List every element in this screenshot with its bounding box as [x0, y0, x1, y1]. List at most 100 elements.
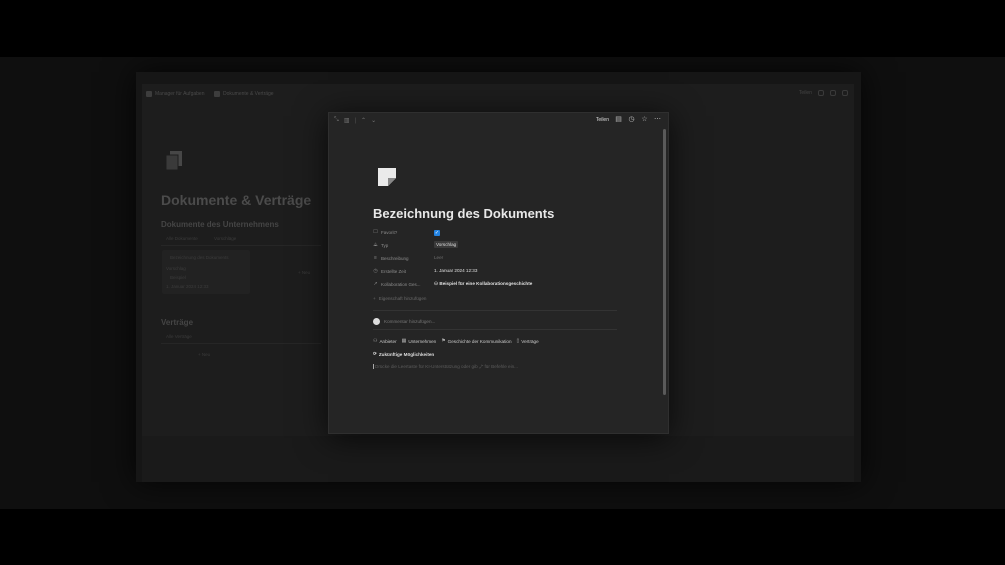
star-icon[interactable]: ☆: [641, 116, 648, 123]
text-lines-icon: ≡: [374, 255, 377, 261]
plus-icon: +: [373, 296, 376, 301]
app-footer: [142, 436, 854, 482]
chevron-down-icon[interactable]: ⌄: [371, 117, 376, 124]
arrow-up-right-icon: ↗: [373, 281, 378, 287]
building-icon: ▦: [401, 338, 407, 344]
collab-value[interactable]: ⚇ Beispiel für eine Kollaborationsgeschi…: [434, 281, 532, 287]
workspace-icon: [146, 91, 152, 97]
collab-label: Kollaboration Ges...: [381, 282, 421, 287]
type-value[interactable]: Vorschlag: [434, 241, 459, 248]
avatar: [373, 318, 380, 325]
link-anbieter[interactable]: ⚇ Anbieter: [373, 338, 397, 344]
modal-toolbar-right: Teilen ▤ ◷ ☆ ⋯: [596, 116, 661, 123]
chat-icon: ⚑: [441, 338, 446, 344]
future-label: Zukünftige Möglichkeiten: [378, 351, 435, 357]
letterbox-top: [0, 0, 1005, 57]
history-icon[interactable]: ◷: [628, 116, 635, 123]
link-label: Geschichte der Kommunikation: [447, 338, 512, 344]
documents-icon: [165, 151, 182, 171]
property-description: ≡ Beschreibung Leer: [373, 255, 613, 266]
description-label: Beschreibung: [381, 256, 409, 261]
breadcrumb-label-1: Manager für Aufgaben: [155, 91, 205, 97]
link-geschichte[interactable]: ⚑ Geschichte der Kommunikation: [441, 338, 511, 344]
favorite-label: Favorit?: [381, 230, 398, 235]
property-label: ◷ Erstellte Zeit: [373, 268, 407, 275]
property-favorite: ☐ Favorit? ✓: [373, 229, 613, 240]
refresh-icon: ⟳: [373, 351, 377, 356]
share-button[interactable]: Teilen: [799, 90, 812, 96]
letterbox-bottom: [0, 509, 1005, 565]
people-icon: ⚇: [373, 338, 378, 344]
page-icon: [214, 91, 220, 97]
page-title: Dokumente & Verträge: [161, 192, 312, 208]
type-label: Typ: [381, 243, 389, 248]
property-label: ⟁ Typ: [373, 242, 389, 249]
expand-icon[interactable]: ⤡: [334, 117, 339, 124]
link-unternehmen[interactable]: ▦ Unternehmen: [402, 338, 437, 344]
link-future[interactable]: ⟳ Zukünftige Möglichkeiten: [373, 351, 434, 357]
add-property-label: Eigenschaft hinzufügen: [378, 296, 427, 301]
comment-input[interactable]: Kommentar hinzufügen...: [373, 318, 435, 325]
property-label: ↗ Kollaboration Ges...: [373, 281, 421, 288]
document-icon: ▯: [516, 338, 520, 344]
top-right-actions: Teilen: [799, 90, 848, 96]
type-tag: Vorschlag: [434, 241, 459, 248]
description-value[interactable]: Leer: [434, 255, 443, 260]
page-peek-modal: ⤡ ▥ | ⌃ ⌄ Teilen ▤ ◷ ☆ ⋯ Bezeichnung des…: [328, 112, 669, 434]
separator: |: [354, 117, 357, 124]
add-property-button[interactable]: + Eigenschaft hinzufügen: [373, 296, 426, 301]
comment-placeholder: Kommentar hinzufügen...: [384, 319, 436, 324]
more-icon[interactable]: ⋯: [654, 116, 661, 123]
shapes-icon: ⟁: [373, 242, 378, 248]
created-value: 1. Januar 2024 12:33: [434, 268, 478, 273]
breadcrumb-item-1[interactable]: Manager für Aufgaben: [146, 91, 204, 97]
divider: [373, 329, 617, 330]
property-label: ≡ Beschreibung: [373, 255, 409, 262]
scrollbar[interactable]: [663, 129, 666, 395]
link-label: Unternehmen: [408, 338, 437, 344]
comment-icon[interactable]: ▤: [615, 116, 622, 123]
favorite-checkbox[interactable]: ✓: [434, 230, 440, 236]
breadcrumb-label-2: Dokumente & Verträge: [223, 91, 274, 97]
modal-share-button[interactable]: Teilen: [596, 117, 609, 123]
divider: [161, 245, 321, 246]
favorite-value[interactable]: ✓: [434, 229, 440, 236]
clock-icon: ◷: [373, 268, 378, 274]
comment-icon[interactable]: [818, 90, 824, 96]
section-heading-contracts: Verträge: [161, 318, 194, 327]
breadcrumb-item-2[interactable]: Dokumente & Verträge: [214, 91, 274, 97]
card-date: 1. Januar 2024 12:33: [166, 284, 209, 289]
chevron-up-icon[interactable]: ⌃: [361, 117, 366, 124]
link-label: Anbieter: [379, 338, 397, 344]
document-title[interactable]: Bezeichnung des Dokuments: [373, 206, 554, 221]
new-card-button[interactable]: + Neu: [298, 270, 310, 275]
link-vertraege[interactable]: ▯ Verträge: [517, 338, 539, 344]
card-tag: Vorschlag: [166, 266, 186, 271]
top-bar: Manager für Aufgaben Dokumente & Verträg…: [142, 84, 854, 106]
view-tab-suggestions[interactable]: Vorschläge: [214, 236, 236, 241]
link-label: Verträge: [521, 338, 539, 344]
card-sub: Beispiel: [170, 275, 186, 280]
card-title: Bezeichnung des Dokuments: [170, 255, 229, 260]
people-icon: ⚇: [434, 281, 439, 286]
created-label: Erstellte Zeit: [381, 269, 407, 274]
section-heading-documents: Dokumente des Unternehmens: [161, 220, 279, 229]
divider: [161, 343, 321, 344]
modal-toolbar-left: ⤡ ▥ | ⌃ ⌄: [334, 117, 376, 124]
property-label: ☐ Favorit?: [373, 230, 398, 236]
view-tab-all-contracts[interactable]: Alle Verträge: [166, 334, 192, 339]
divider: [373, 310, 617, 311]
property-collaboration: ↗ Kollaboration Ges... ⚇ Beispiel für ei…: [373, 281, 613, 292]
gallery-card[interactable]: Bezeichnung des Dokuments Vorschlag Beis…: [162, 250, 250, 294]
collab-link[interactable]: Beispiel für eine Kollaborationsgeschich…: [439, 281, 532, 286]
property-created: ◷ Erstellte Zeit 1. Januar 2024 12:33: [373, 268, 613, 279]
editor-placeholder[interactable]: Drücke die Leertaste für KI-Unterstützun…: [373, 364, 518, 369]
modal-toolbar: ⤡ ▥ | ⌃ ⌄ Teilen ▤ ◷ ☆ ⋯: [329, 113, 668, 129]
layout-icon[interactable]: ▥: [344, 117, 350, 124]
new-contract-button[interactable]: + Neu: [198, 352, 210, 357]
linked-pages-row: ⚇ Anbieter ▦ Unternehmen ⚑ Geschichte de…: [373, 338, 539, 344]
view-tab-all-documents[interactable]: Alle Dokumente: [166, 236, 198, 241]
history-icon[interactable]: [830, 90, 836, 96]
property-type: ⟁ Typ Vorschlag: [373, 241, 613, 253]
more-icon[interactable]: [842, 90, 848, 96]
